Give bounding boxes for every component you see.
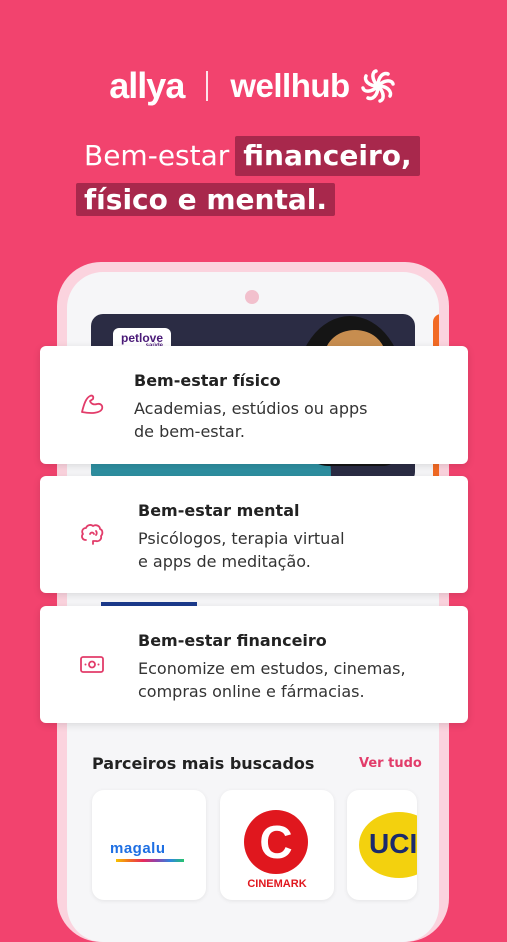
partner-card-uci[interactable]: UCI	[347, 790, 417, 900]
see-all-link[interactable]: Ver tudo	[359, 756, 422, 771]
partner-card-cinemark[interactable]: C CINEMARK	[220, 790, 334, 900]
allya-logo: allya	[109, 65, 185, 106]
headline-line1-plain: Bem-estar	[84, 139, 230, 172]
cinemark-logo-text: CINEMARK	[247, 878, 307, 890]
wellhub-logo: wellhub	[230, 67, 350, 104]
magalu-color-bar	[116, 859, 184, 862]
headline: Bem-estar financeiro, físico e mental.	[76, 136, 420, 220]
feature-description: Psicólogos, terapia virtual e apps de me…	[138, 529, 345, 571]
wellhub-pinwheel-icon	[360, 69, 395, 103]
partners-title: Parceiros mais buscados	[92, 754, 315, 773]
money-bill-icon	[80, 656, 104, 673]
partner-card-magalu[interactable]: magalu	[92, 790, 206, 900]
magalu-logo: magalu	[110, 840, 166, 857]
feature-description: Economize em estudos, cinemas, compras o…	[138, 659, 406, 701]
feature-title: Bem-estar financeiro	[138, 631, 327, 650]
feature-card-financial[interactable]: Bem-estar financeiro Economize em estudo…	[40, 606, 468, 723]
flexed-arm-icon	[81, 394, 104, 414]
uci-logo-text: UCI	[369, 828, 417, 859]
headline-line2-highlight: físico e mental.	[76, 183, 335, 216]
headline-line1-highlight: financeiro,	[235, 136, 420, 176]
brand-logos: allya wellhub	[0, 64, 507, 108]
logo-divider	[206, 71, 209, 101]
feature-card-physical[interactable]: Bem-estar físico Academias, estúdios ou …	[40, 346, 468, 464]
feature-description: Academias, estúdios ou apps de bem-estar…	[134, 399, 368, 441]
brain-icon	[81, 524, 104, 545]
cinemark-logo-letter: C	[259, 816, 293, 868]
feature-card-mental[interactable]: Bem-estar mental Psicólogos, terapia vir…	[40, 476, 468, 593]
feature-title: Bem-estar físico	[134, 371, 281, 390]
feature-title: Bem-estar mental	[138, 501, 300, 520]
phone-camera	[245, 290, 259, 304]
